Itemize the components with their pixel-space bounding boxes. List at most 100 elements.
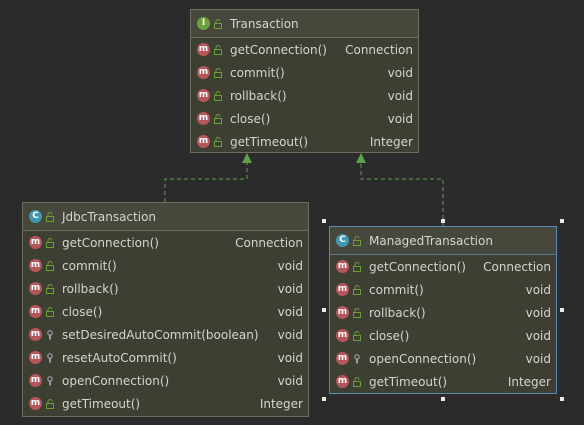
method-name: resetAutoCommit() (62, 350, 177, 365)
class-box-managed-transaction[interactable]: C ManagedTransaction m getConnection() C… (329, 226, 557, 394)
method-return-type: Integer (259, 396, 303, 411)
public-visibility-icon (44, 398, 56, 410)
method-row[interactable]: m resetAutoCommit() void (23, 346, 308, 369)
public-visibility-icon (44, 237, 56, 249)
method-name: getTimeout() (62, 396, 141, 411)
method-row[interactable]: m close() void (191, 107, 418, 130)
method-icon: m (197, 135, 210, 148)
method-icon: m (336, 283, 349, 296)
class-icon: C (29, 210, 42, 223)
method-name: openConnection() (62, 373, 170, 388)
resize-handle-left[interactable] (322, 308, 326, 312)
method-return-type: void (525, 305, 551, 320)
resize-handle-top-right[interactable] (560, 219, 564, 223)
class-icon: C (336, 234, 349, 247)
method-row[interactable]: m close() void (23, 300, 308, 323)
resize-handle-top[interactable] (441, 219, 445, 223)
inheritance-arrowhead (242, 153, 252, 163)
public-visibility-icon (212, 44, 224, 56)
method-icon: m (197, 89, 210, 102)
public-visibility-icon (351, 284, 363, 296)
method-row[interactable]: m rollback() void (191, 84, 418, 107)
method-icon: m (29, 374, 42, 387)
resize-handle-bottom-left[interactable] (322, 397, 326, 401)
method-name: getConnection() (230, 42, 327, 57)
protected-visibility-icon (351, 353, 363, 365)
method-icon: m (336, 375, 349, 388)
method-icon: m (197, 112, 210, 125)
public-visibility-icon (351, 376, 363, 388)
method-icon: m (336, 329, 349, 342)
method-name: commit() (369, 282, 424, 297)
method-row[interactable]: m getTimeout() Integer (191, 130, 418, 153)
class-header: C ManagedTransaction (330, 227, 556, 255)
method-row[interactable]: m close() void (330, 324, 556, 347)
method-return-type: Integer (507, 374, 551, 389)
method-icon: m (29, 236, 42, 249)
method-name: openConnection() (369, 351, 477, 366)
method-list: m getConnection() Connection m commit() … (23, 231, 308, 415)
method-return-type: void (387, 111, 413, 126)
public-visibility-icon (351, 330, 363, 342)
method-return-type: Connection (345, 42, 413, 57)
method-list: m getConnection() Connection m commit() … (330, 255, 556, 393)
method-return-type: Connection (483, 259, 551, 274)
public-visibility-icon (44, 260, 56, 272)
method-list: m getConnection() Connection m commit() … (191, 38, 418, 153)
method-return-type: void (525, 282, 551, 297)
class-box-transaction[interactable]: I Transaction m getConnection() Connecti… (190, 9, 419, 153)
method-icon: m (197, 66, 210, 79)
method-name: close() (230, 111, 271, 126)
public-visibility-icon (212, 136, 224, 148)
method-row[interactable]: m openConnection() void (23, 369, 308, 392)
resize-handle-top-left[interactable] (322, 219, 326, 223)
method-return-type: void (277, 350, 303, 365)
protected-visibility-icon (44, 329, 56, 341)
method-icon: m (336, 352, 349, 365)
method-row[interactable]: m rollback() void (23, 277, 308, 300)
method-row[interactable]: m commit() void (191, 61, 418, 84)
method-return-type: void (277, 373, 303, 388)
implements-managed-to-transaction[interactable] (356, 153, 444, 226)
method-row[interactable]: m getConnection() Connection (191, 38, 418, 61)
relation-line (360, 160, 444, 226)
method-return-type: void (277, 327, 303, 342)
method-return-type: void (277, 258, 303, 273)
resize-handle-bottom[interactable] (441, 397, 445, 401)
public-visibility-icon (351, 261, 363, 273)
implements-jdbc-to-transaction[interactable] (164, 153, 252, 202)
method-icon: m (29, 305, 42, 318)
method-name: close() (62, 304, 103, 319)
class-name: ManagedTransaction (369, 233, 493, 248)
method-name: commit() (62, 258, 117, 273)
method-name: getTimeout() (230, 134, 309, 149)
resize-handle-bottom-right[interactable] (560, 397, 564, 401)
method-row[interactable]: m getConnection() Connection (330, 255, 556, 278)
relation-line (164, 160, 248, 202)
resize-handle-right[interactable] (560, 308, 564, 312)
public-visibility-icon (44, 211, 56, 223)
method-row[interactable]: m commit() void (23, 254, 308, 277)
method-row[interactable]: m commit() void (330, 278, 556, 301)
method-return-type: void (387, 88, 413, 103)
class-header: I Transaction (191, 10, 418, 38)
protected-visibility-icon (44, 352, 56, 364)
interface-icon: I (197, 17, 210, 30)
method-icon: m (29, 397, 42, 410)
method-row[interactable]: m getTimeout() Integer (330, 370, 556, 393)
method-return-type: void (277, 281, 303, 296)
method-row[interactable]: m setDesiredAutoCommit(boolean) void (23, 323, 308, 346)
method-return-type: void (277, 304, 303, 319)
method-name: getConnection() (62, 235, 159, 250)
method-icon: m (29, 259, 42, 272)
method-name: rollback() (62, 281, 119, 296)
public-visibility-icon (212, 18, 224, 30)
method-row[interactable]: m openConnection() void (330, 347, 556, 370)
method-name: rollback() (230, 88, 287, 103)
method-icon: m (336, 260, 349, 273)
method-row[interactable]: m getTimeout() Integer (23, 392, 308, 415)
public-visibility-icon (44, 283, 56, 295)
method-row[interactable]: m rollback() void (330, 301, 556, 324)
method-row[interactable]: m getConnection() Connection (23, 231, 308, 254)
class-box-jdbc-transaction[interactable]: C JdbcTransaction m getConnection() Conn… (22, 202, 309, 417)
